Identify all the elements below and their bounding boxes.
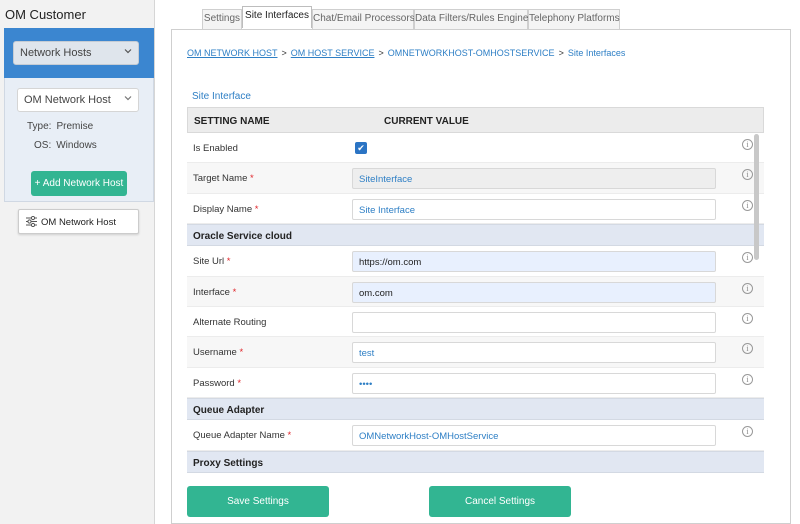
- tab-telephony-platforms[interactable]: Telephony Platforms: [528, 9, 620, 29]
- setting-label: Interface *: [193, 286, 237, 298]
- info-icon[interactable]: i: [742, 139, 753, 150]
- row-interface: Interface * om.com i: [187, 276, 764, 307]
- setting-label: Alternate Routing: [193, 316, 267, 328]
- queue-adapter-name-field[interactable]: OMNetworkHost-OMHostService: [352, 425, 716, 447]
- required-marker: *: [287, 430, 292, 442]
- settings-grid: SETTING NAME CURRENT VALUE Is Enabled ✔ …: [187, 107, 764, 473]
- required-marker: *: [226, 256, 231, 268]
- row-site-url: Site Url * https://om.com i: [187, 246, 764, 277]
- host-select[interactable]: OM Network Host: [17, 88, 139, 112]
- breadcrumb-current-page: Site Interfaces: [567, 48, 626, 58]
- setting-label: Display Name *: [193, 203, 259, 215]
- row-display-name: Display Name * Site Interface i: [187, 194, 764, 225]
- row-alternate-routing: Alternate Routing i: [187, 307, 764, 338]
- grid-header: SETTING NAME CURRENT VALUE: [187, 107, 764, 133]
- site-url-field[interactable]: https://om.com: [352, 251, 716, 273]
- is-enabled-checkbox[interactable]: ✔: [355, 142, 367, 154]
- column-header-setting-name: SETTING NAME: [194, 116, 270, 127]
- row-password: Password * •••• i: [187, 368, 764, 399]
- network-hosts-select[interactable]: Network Hosts: [13, 41, 139, 65]
- required-marker: *: [254, 203, 259, 215]
- row-username: Username * test i: [187, 337, 764, 368]
- column-header-current-value: CURRENT VALUE: [384, 116, 469, 127]
- setting-label: Is Enabled: [193, 143, 238, 154]
- sidebar: OM Customer Network Hosts OM Network Hos…: [0, 0, 155, 524]
- row-target-name: Target Name * SiteInterface i: [187, 163, 764, 194]
- host-type: Type: Premise: [27, 121, 93, 132]
- add-network-host-button[interactable]: + Add Network Host: [31, 171, 127, 196]
- host-select-value: OM Network Host: [24, 94, 111, 106]
- breadcrumb-host-service-instance[interactable]: OMNETWORKHOST-OMHOSTSERVICE: [388, 48, 555, 58]
- row-is-enabled: Is Enabled ✔ i: [187, 133, 764, 164]
- host-card-label: OM Network Host: [41, 217, 116, 228]
- breadcrumb-om-network-host[interactable]: OM NETWORK HOST: [187, 48, 278, 58]
- info-icon[interactable]: i: [742, 343, 753, 355]
- required-marker: *: [232, 286, 237, 298]
- display-name-field[interactable]: Site Interface: [352, 198, 716, 220]
- setting-label: Queue Adapter Name *: [193, 430, 292, 442]
- info-icon[interactable]: i: [742, 199, 753, 211]
- target-name-field: SiteInterface: [352, 168, 716, 190]
- save-settings-button[interactable]: Save Settings: [187, 486, 329, 517]
- host-os-value: Windows: [56, 140, 97, 151]
- host-os: OS: Windows: [34, 140, 97, 151]
- section-title: Site Interface: [192, 91, 251, 102]
- network-hosts-select-value: Network Hosts: [20, 47, 92, 59]
- info-icon[interactable]: i: [742, 282, 753, 294]
- tab-settings[interactable]: Settings: [202, 9, 242, 29]
- username-field[interactable]: test: [352, 342, 716, 364]
- info-icon[interactable]: i: [742, 426, 753, 438]
- group-header-proxy-settings: Proxy Settings: [187, 450, 764, 473]
- breadcrumb-separator: >: [281, 48, 287, 58]
- host-type-value: Premise: [56, 121, 94, 132]
- cancel-settings-button[interactable]: Cancel Settings: [429, 486, 571, 517]
- info-icon[interactable]: i: [742, 312, 753, 324]
- app-title: OM Customer: [5, 7, 86, 22]
- group-header-queue-adapter: Queue Adapter: [187, 398, 764, 421]
- setting-label: Password *: [193, 377, 242, 389]
- required-marker: *: [239, 347, 244, 359]
- row-queue-adapter-name: Queue Adapter Name * OMNetworkHost-OMHos…: [187, 420, 764, 451]
- sliders-icon: [26, 215, 37, 230]
- setting-label: Username *: [193, 347, 244, 359]
- required-marker: *: [250, 173, 254, 185]
- setting-label: Site Url *: [193, 256, 231, 268]
- main-panel: OM NETWORK HOST > OM HOST SERVICE > OMNETWOR…: [171, 29, 791, 524]
- password-field[interactable]: ••••: [352, 372, 716, 394]
- host-card[interactable]: OM Network Host: [18, 209, 139, 234]
- alternate-routing-field[interactable]: [352, 311, 716, 333]
- breadcrumb-om-host-service[interactable]: OM HOST SERVICE: [291, 48, 375, 58]
- tab-site-interfaces[interactable]: Site Interfaces: [242, 6, 312, 28]
- chevron-down-icon: [124, 47, 132, 57]
- setting-label: Target Name *: [193, 173, 254, 185]
- breadcrumb-separator: >: [378, 48, 384, 58]
- group-header-oracle-service-cloud: Oracle Service cloud: [187, 224, 764, 247]
- host-type-label: Type:: [27, 121, 52, 132]
- info-icon[interactable]: i: [742, 169, 753, 181]
- host-os-label: OS:: [34, 140, 52, 151]
- breadcrumb-separator: >: [558, 48, 564, 58]
- info-icon[interactable]: i: [742, 252, 753, 264]
- required-marker: *: [237, 377, 242, 389]
- interface-field[interactable]: om.com: [352, 281, 716, 303]
- chevron-down-icon: [124, 94, 132, 104]
- info-icon[interactable]: i: [742, 373, 753, 385]
- tab-data-filters-rules-engine[interactable]: Data Filters/Rules Engine: [414, 9, 528, 29]
- tab-chat-email-processors[interactable]: Chat/Email Processors: [312, 9, 415, 29]
- breadcrumb: OM NETWORK HOST > OM HOST SERVICE > OMNETWOR…: [187, 48, 625, 58]
- grid-scrollbar[interactable]: [754, 134, 759, 260]
